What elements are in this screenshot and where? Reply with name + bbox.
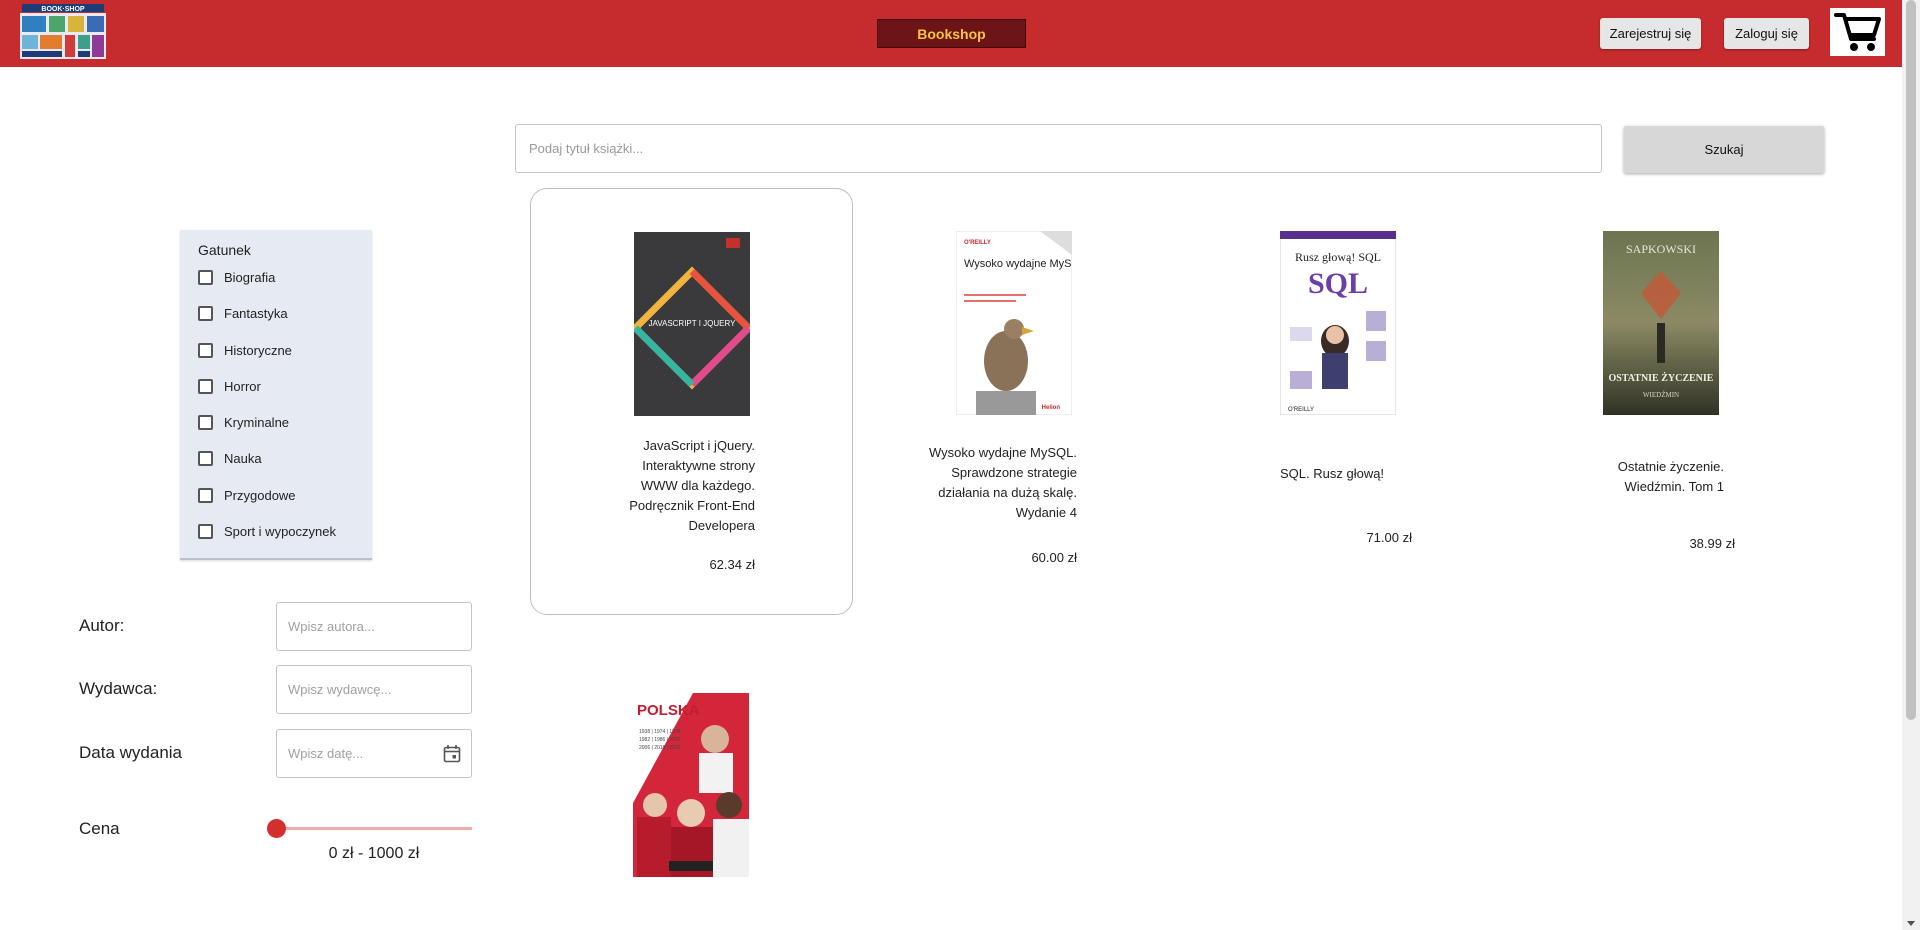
book-cover-text: Rusz głową! SQL xyxy=(1295,250,1381,264)
checkbox-icon[interactable] xyxy=(198,523,213,539)
genre-label: Biografia xyxy=(224,269,276,285)
checkbox-icon[interactable] xyxy=(198,378,213,394)
genre-heading: Gatunek xyxy=(198,242,251,258)
release-date-label: Data wydania xyxy=(79,743,183,762)
genre-label: Horror xyxy=(224,378,261,394)
svg-text:SAPKOWSKI: SAPKOWSKI xyxy=(1626,242,1696,256)
calendar-icon[interactable] xyxy=(443,744,461,763)
genre-label: Kryminalne xyxy=(224,414,290,430)
svg-text:WIEDŹMIN: WIEDŹMIN xyxy=(1643,391,1679,399)
logo-text: BOOK·SHOP xyxy=(41,6,85,13)
publisher-input[interactable] xyxy=(276,665,472,714)
checkbox-icon[interactable] xyxy=(198,305,213,321)
book-cover-image[interactable]: SAPKOWSKI OSTATNIE ŻYCZENIE WIEDŹMIN xyxy=(1603,231,1719,415)
book-cover-text: OSTATNIE ŻYCZENIE xyxy=(1609,372,1714,384)
genre-checkbox-fantastyka[interactable]: Fantastyka xyxy=(198,303,288,323)
checkbox-icon[interactable] xyxy=(198,342,213,358)
search-button[interactable]: Szukaj xyxy=(1624,126,1824,173)
book-card[interactable]: O'REILLY Wysoko wydajne MySQL Helion Wys… xyxy=(853,188,1176,615)
page-scrollbar[interactable] xyxy=(1902,0,1920,930)
genre-label: Sport i wypoczynek xyxy=(224,523,336,539)
genre-checkbox-przygodowe[interactable]: Przygodowe xyxy=(198,485,296,505)
book-title-search-input[interactable] xyxy=(515,124,1602,173)
genre-filter-panel: Gatunek Biografia Fantastyka Historyczne… xyxy=(180,230,372,560)
shopping-cart-icon xyxy=(1833,13,1881,51)
date-placeholder: Wpisz datę... xyxy=(288,746,364,761)
scroll-down-arrow-icon[interactable] xyxy=(1907,921,1915,926)
book-card[interactable]: POLSKA 1938 | 1974 | 1978 1982 | 1986 | … xyxy=(530,649,853,879)
author-label: Autor: xyxy=(79,616,125,635)
book-title[interactable]: SQL. Rusz głową! xyxy=(1280,464,1401,484)
svg-text:Helion: Helion xyxy=(1042,405,1061,411)
checkbox-icon[interactable] xyxy=(198,450,213,466)
book-cover-text: JAVASCRIPT I JQUERY xyxy=(649,319,737,328)
checkbox-icon[interactable] xyxy=(198,269,213,285)
svg-text:1982 | 1986 | 2002: 1982 | 1986 | 2002 xyxy=(639,737,681,743)
genre-label: Przygodowe xyxy=(224,487,296,503)
book-cover-image[interactable]: Rusz głową! SQL SQL O'REILLY xyxy=(1279,230,1397,416)
genre-checkbox-historyczne[interactable]: Historyczne xyxy=(198,340,292,360)
svg-text:1938 | 1974 | 1978: 1938 | 1974 | 1978 xyxy=(639,729,681,735)
price-slider-handle[interactable] xyxy=(267,819,286,838)
svg-text:2006 | 2018 | 2022: 2006 | 2018 | 2022 xyxy=(639,745,681,751)
book-cover-image[interactable]: O'REILLY Wysoko wydajne MySQL Helion xyxy=(955,230,1086,416)
genre-checkbox-horror[interactable]: Horror xyxy=(198,376,261,396)
genre-label: Nauka xyxy=(224,450,262,466)
price-slider-track[interactable] xyxy=(276,827,472,830)
book-card[interactable]: Rusz głową! SQL SQL O'REILLY SQL. Rusz g… xyxy=(1177,188,1500,615)
book-cover-image[interactable]: JAVASCRIPT I JQUERY xyxy=(630,232,754,416)
book-title[interactable]: JavaScript i jQuery. Interaktywne strony… xyxy=(591,436,755,536)
genre-label: Historyczne xyxy=(224,342,292,358)
genre-checkbox-kryminalne[interactable]: Kryminalne xyxy=(198,412,289,432)
top-navbar: BOOK·SHOP Bookshop Zarejestruj się Zalog… xyxy=(0,0,1902,67)
svg-text:O'REILLY: O'REILLY xyxy=(1288,407,1314,413)
shopping-cart-button[interactable] xyxy=(1830,8,1885,56)
book-cover-text: POLSKA xyxy=(637,702,700,719)
genre-checkbox-biografia[interactable]: Biografia xyxy=(198,267,275,287)
author-input[interactable] xyxy=(276,602,472,651)
genre-checkbox-sport[interactable]: Sport i wypoczynek xyxy=(198,521,336,541)
genre-checkbox-nauka[interactable]: Nauka xyxy=(198,448,262,468)
release-date-input[interactable]: Wpisz datę... xyxy=(276,729,472,778)
genre-label: Fantastyka xyxy=(224,305,288,321)
svg-text:O'REILLY: O'REILLY xyxy=(964,240,991,246)
bookshop-home-button[interactable]: Bookshop xyxy=(877,19,1026,48)
book-cover-image[interactable]: POLSKA 1938 | 1974 | 1978 1982 | 1986 | … xyxy=(633,693,749,877)
book-price: 60.00 zł xyxy=(1031,550,1077,565)
checkbox-icon[interactable] xyxy=(198,487,213,503)
checkbox-icon[interactable] xyxy=(198,414,213,430)
book-title[interactable]: Ostatnie życzenie. Wiedźmin. Tom 1 xyxy=(1560,457,1724,497)
svg-text:SQL: SQL xyxy=(1308,267,1368,300)
price-label: Cena xyxy=(79,819,120,838)
bookshop-logo[interactable]: BOOK·SHOP xyxy=(18,4,108,60)
scrollbar-thumb[interactable] xyxy=(1906,0,1916,720)
price-range-value: 0 zł - 1000 zł xyxy=(328,845,420,862)
book-title[interactable]: Wysoko wydajne MySQL. Sprawdzone strateg… xyxy=(898,443,1077,523)
book-card[interactable]: SAPKOWSKI OSTATNIE ŻYCZENIE WIEDŹMIN Ost… xyxy=(1500,188,1823,615)
register-button[interactable]: Zarejestruj się xyxy=(1600,18,1701,49)
book-price: 62.34 zł xyxy=(709,557,755,572)
login-button[interactable]: Zaloguj się xyxy=(1724,18,1809,49)
book-cover-text: Wysoko wydajne MySQL xyxy=(964,258,1072,270)
book-card[interactable]: JAVASCRIPT I JQUERY JavaScript i jQuery.… xyxy=(530,188,853,615)
publisher-label: Wydawca: xyxy=(79,679,158,698)
book-price: 38.99 zł xyxy=(1689,536,1735,551)
book-price: 71.00 zł xyxy=(1366,530,1412,545)
